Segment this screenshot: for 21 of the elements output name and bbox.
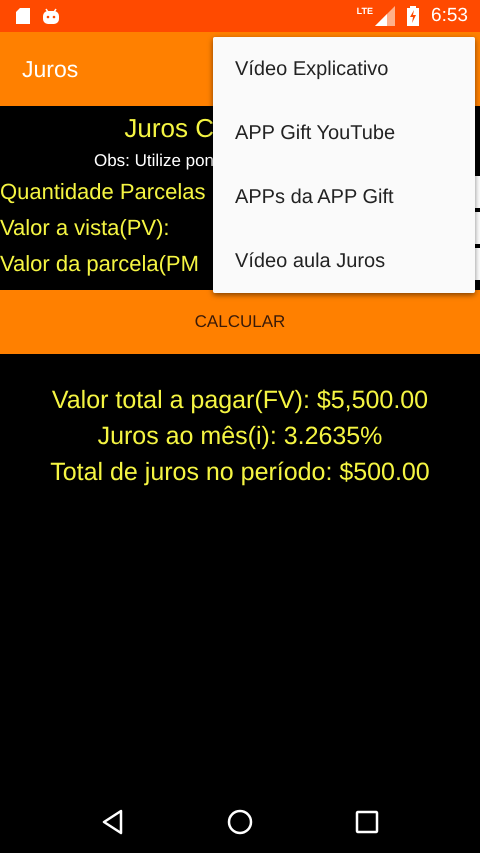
app-title: Juros [22,56,78,82]
result-text: Total de juros no período: $500.00 [50,457,430,488]
result-text: Juros ao mês(i): 3.2635% [98,421,382,452]
home-icon[interactable] [226,808,254,836]
menu-item[interactable]: APPs da APP Gift [213,165,475,229]
signal-icon [375,6,396,26]
note-text: Obs: Utilize pon [94,150,214,172]
form-title: Juros C [124,112,214,145]
sd-card-icon [16,8,30,24]
result-text: Valor total a pagar(FV): $5,500.00 [52,385,428,416]
android-icon [42,8,60,24]
menu-item[interactable]: Vídeo aula Juros [213,229,475,293]
network-type-label: LTE [356,6,374,16]
battery-icon [407,6,420,26]
calculate-button[interactable]: CALCULAR [0,290,480,354]
menu-item[interactable]: APP Gift YouTube [213,101,475,165]
clock: 6:53 [431,5,468,27]
menu-item[interactable]: Vídeo Explicativo [213,37,475,101]
field-label: Valor a vista(PV): [0,214,171,242]
field-label: Quantidade Parcelas [0,178,206,206]
field-label: Valor da parcela(PM [0,250,200,278]
